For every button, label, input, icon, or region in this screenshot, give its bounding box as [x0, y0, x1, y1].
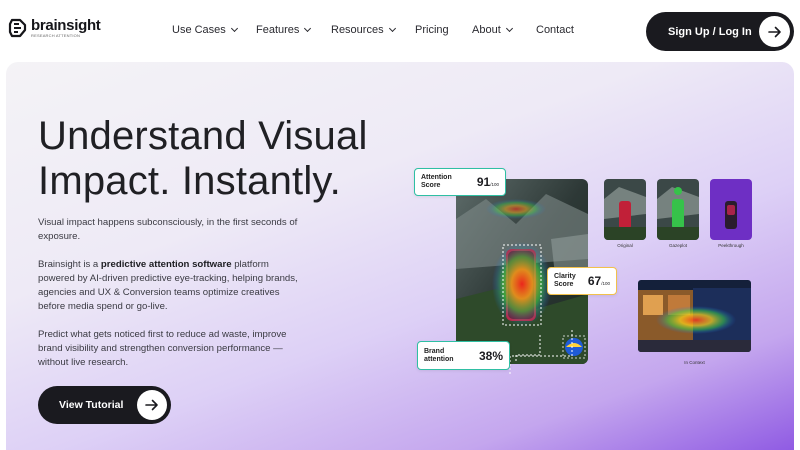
nav-contact[interactable]: Contact — [536, 24, 574, 36]
arrow-right-icon — [759, 16, 790, 47]
hero-headline: Understand Visual Impact. Instantly. — [38, 114, 368, 204]
p2-text-start: Brainsight is a — [38, 259, 101, 270]
hero-paragraph-2: Brainsight is a predictive attention sof… — [38, 258, 298, 314]
headline-line-1: Understand Visual — [38, 114, 368, 158]
signup-label: Sign Up / Log In — [668, 25, 752, 38]
in-context-image — [638, 280, 751, 352]
caption-original: Original — [617, 243, 633, 248]
clarity-score-label: Clarity Score — [554, 273, 576, 289]
clarity-label-line-2: Score — [554, 281, 574, 288]
brand-attention-label: Brand attention — [424, 348, 454, 364]
attention-score-card: Attention Score 91/100 — [414, 168, 506, 196]
chevron-down-icon — [505, 24, 513, 33]
nav-pricing[interactable]: Pricing — [415, 24, 449, 36]
arrow-right-icon — [137, 390, 167, 420]
attention-score-value: 91/100 — [477, 175, 499, 189]
nav-resources[interactable]: Resources — [331, 24, 396, 36]
hero-section: Understand Visual Impact. Instantly. Vis… — [6, 62, 794, 450]
clarity-score-card: Clarity Score 67/100 — [547, 267, 617, 295]
site-header: brainsight RESEARCH ATTENTION Use Cases … — [0, 0, 800, 62]
nav-use-cases[interactable]: Use Cases — [172, 24, 238, 36]
clarity-label-line-1: Clarity — [554, 273, 576, 280]
caption-peekthrough: Peekthrough — [718, 243, 744, 248]
attention-value: 91 — [476, 175, 491, 189]
signup-login-button[interactable]: Sign Up / Log In — [646, 12, 794, 51]
chevron-down-icon — [304, 24, 312, 33]
nav-label: About — [472, 24, 501, 36]
nav-label: Use Cases — [172, 24, 226, 36]
nav-label: Contact — [536, 24, 574, 36]
clarity-score-value: 67/100 — [588, 274, 610, 288]
chevron-down-icon — [230, 24, 238, 33]
brand-label-line-1: Brand — [424, 347, 445, 355]
view-tutorial-button[interactable]: View Tutorial — [38, 386, 171, 424]
nav-features[interactable]: Features — [256, 24, 312, 36]
attention-label-line-2: Score — [421, 182, 441, 189]
tutorial-label: View Tutorial — [59, 399, 124, 411]
brand-label-line-2: attention — [424, 355, 454, 363]
nav-label: Features — [256, 24, 300, 36]
thumbnail-gazeplot — [657, 179, 699, 240]
thumbnail-peekthrough — [710, 179, 752, 240]
attention-label-line-1: Attention — [421, 174, 452, 181]
p2-bold-text: predictive attention software — [100, 259, 232, 270]
caption-gazeplot: Gazeplot — [668, 243, 687, 248]
nav-label: Resources — [331, 24, 384, 36]
hero-paragraph-3: Predict what gets noticed first to reduc… — [38, 329, 287, 368]
nav-about[interactable]: About — [472, 24, 513, 36]
chevron-down-icon — [388, 24, 396, 33]
brand-attention-value: 38% — [478, 348, 503, 363]
hero-paragraph-1: Visual impact happens subconsciously, in… — [38, 217, 298, 242]
brand-attention-card: Brand attention 38% — [417, 341, 510, 370]
attention-score-label: Attention Score — [421, 174, 452, 190]
headline-line-2: Impact. Instantly. — [38, 159, 341, 203]
thumbnail-original — [604, 179, 646, 240]
attention-suffix: /100 — [490, 182, 499, 187]
clarity-value: 67 — [587, 274, 602, 288]
clarity-suffix: /100 — [601, 281, 610, 286]
nav-label: Pricing — [415, 24, 449, 36]
caption-in-context: In Context — [684, 360, 705, 365]
